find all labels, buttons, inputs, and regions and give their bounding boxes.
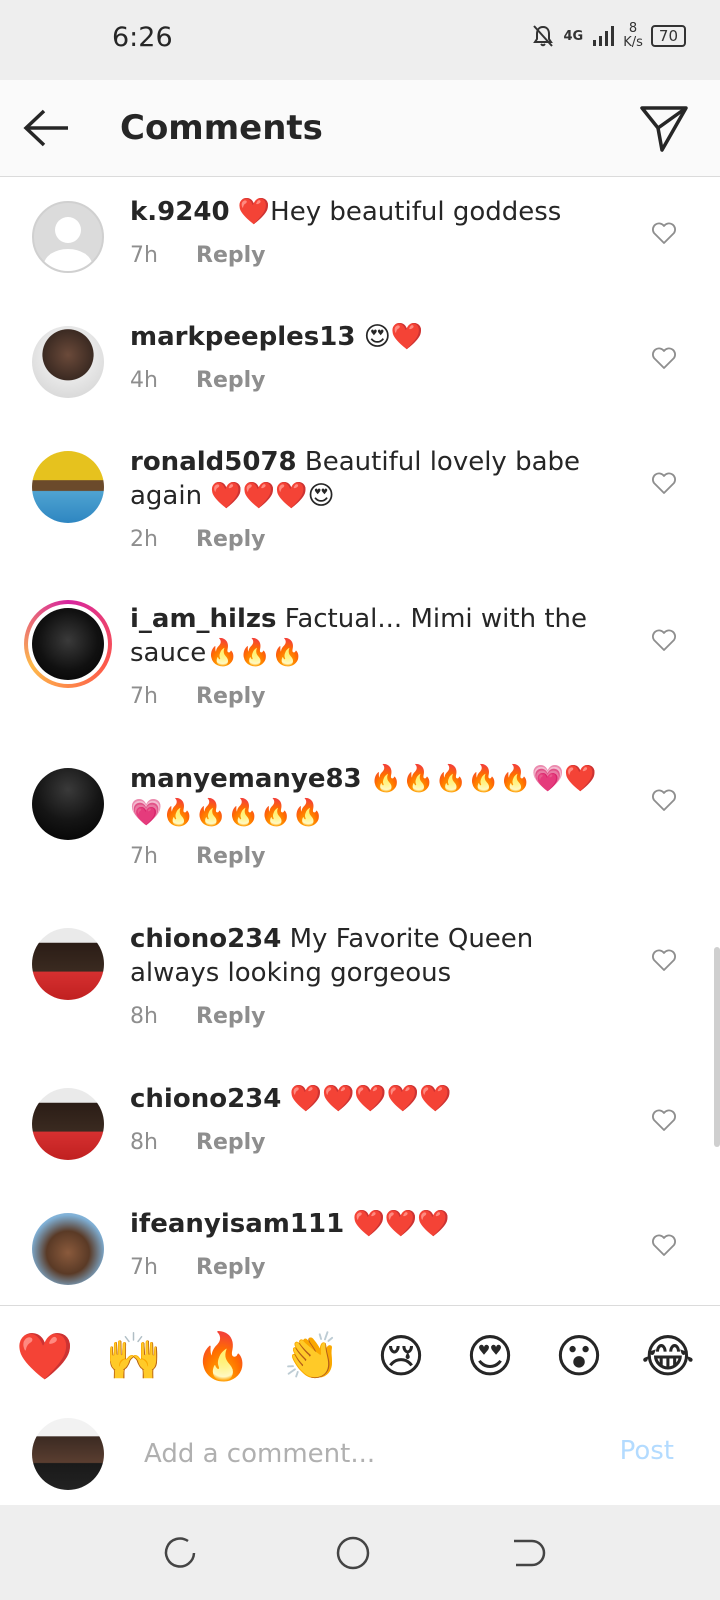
status-time: 6:26 xyxy=(112,22,173,53)
comment-username[interactable]: chiono234 xyxy=(130,1084,281,1114)
reply-button[interactable]: Reply xyxy=(196,368,266,393)
reaction-surprised[interactable]: 😮 xyxy=(549,1326,609,1386)
network-speed-unit: K/s xyxy=(623,35,643,50)
comment-body: manyemanye83 🔥🔥🔥🔥🔥💗❤️💗🔥🔥🔥🔥🔥 xyxy=(130,762,620,830)
comment-time: 7h xyxy=(130,1255,158,1280)
comment-username[interactable]: markpeeples13 xyxy=(130,322,355,352)
comment-username[interactable]: ronald5078 xyxy=(130,447,297,477)
comment-meta: 2h Reply xyxy=(130,527,266,552)
comment-text: 😍❤️ xyxy=(363,322,424,352)
avatar xyxy=(32,608,104,680)
avatar[interactable] xyxy=(32,1088,104,1160)
comment-username[interactable]: k.9240 xyxy=(130,197,230,227)
reply-button[interactable]: Reply xyxy=(196,527,266,552)
signal-icon xyxy=(593,26,615,46)
recent-apps-icon[interactable] xyxy=(160,1533,200,1573)
heart-icon[interactable] xyxy=(650,626,678,654)
avatar[interactable] xyxy=(32,326,104,398)
reply-button[interactable]: Reply xyxy=(196,1130,266,1155)
default-profile-icon xyxy=(44,217,92,271)
comment-time: 7h xyxy=(130,844,158,869)
comment-username[interactable]: manyemanye83 xyxy=(130,764,362,794)
reply-button[interactable]: Reply xyxy=(196,844,266,869)
scrollbar[interactable] xyxy=(714,947,720,1147)
comment-time: 8h xyxy=(130,1004,158,1029)
heart-icon[interactable] xyxy=(650,1231,678,1259)
reaction-clap[interactable]: 👏 xyxy=(282,1326,342,1386)
comment-time: 7h xyxy=(130,243,158,268)
comment-body: i_am_hilzs Factual... Mimi with the sauc… xyxy=(130,602,620,670)
default-avatar[interactable] xyxy=(32,201,104,273)
heart-icon[interactable] xyxy=(650,469,678,497)
story-ring-avatar[interactable] xyxy=(24,600,112,688)
system-nav-bar xyxy=(0,1505,720,1600)
reaction-crying[interactable]: 😢 xyxy=(371,1326,431,1386)
heart-icon[interactable] xyxy=(650,786,678,814)
reply-button[interactable]: Reply xyxy=(196,1255,266,1280)
current-user-avatar xyxy=(32,1418,104,1490)
heart-icon[interactable] xyxy=(650,344,678,372)
reaction-laughing[interactable]: 😂 xyxy=(638,1326,698,1386)
reaction-raised-hands[interactable]: 🙌 xyxy=(104,1326,164,1386)
comment-meta: 4h Reply xyxy=(130,368,266,393)
comment-time: 7h xyxy=(130,684,158,709)
battery-indicator: 70 xyxy=(650,25,686,47)
comment-composer: Post xyxy=(0,1404,720,1504)
quick-reactions-bar: ❤️ 🙌 🔥 👏 😢 😍 😮 😂 xyxy=(0,1305,720,1405)
comment-text: ❤️Hey beautiful goddess xyxy=(237,197,562,227)
heart-icon[interactable] xyxy=(650,219,678,247)
comment-time: 4h xyxy=(130,368,158,393)
network-speed: 8 K/s xyxy=(623,22,643,50)
post-button[interactable]: Post xyxy=(620,1436,674,1466)
status-bar: 6:26 4G 8 K/s 70 xyxy=(0,0,720,80)
comment-input[interactable] xyxy=(144,1434,574,1474)
comment-body: markpeeples13 😍❤️ xyxy=(130,320,620,354)
reply-button[interactable]: Reply xyxy=(196,1004,266,1029)
notifications-off-icon xyxy=(532,25,553,47)
reaction-fire[interactable]: 🔥 xyxy=(193,1326,253,1386)
comment-list[interactable]: k.9240 ❤️Hey beautiful goddess 7h Reply … xyxy=(0,177,720,1305)
reply-button[interactable]: Reply xyxy=(196,684,266,709)
heart-icon[interactable] xyxy=(650,946,678,974)
heart-icon[interactable] xyxy=(650,1106,678,1134)
comment-body: ifeanyisam111 ❤️❤️❤️ xyxy=(130,1207,620,1241)
comment-meta: 8h Reply xyxy=(130,1004,266,1029)
comment-time: 8h xyxy=(130,1130,158,1155)
avatar[interactable] xyxy=(32,768,104,840)
status-icons: 4G 8 K/s 70 xyxy=(530,22,686,50)
avatar[interactable] xyxy=(32,928,104,1000)
comment-username[interactable]: chiono234 xyxy=(130,924,281,954)
page-title: Comments xyxy=(120,108,323,148)
comment-meta: 8h Reply xyxy=(130,1130,266,1155)
network-speed-value: 8 xyxy=(628,21,638,36)
comment-body: chiono234 My Favorite Queen always looki… xyxy=(130,922,620,990)
comment-username[interactable]: i_am_hilzs xyxy=(130,604,277,634)
comment-body: k.9240 ❤️Hey beautiful goddess xyxy=(130,195,620,229)
avatar[interactable] xyxy=(32,451,104,523)
reaction-heart-eyes[interactable]: 😍 xyxy=(460,1326,520,1386)
comment-body: ronald5078 Beautiful lovely babe again ❤… xyxy=(130,445,620,513)
comment-username[interactable]: ifeanyisam111 xyxy=(130,1209,344,1239)
comment-body: chiono234 ❤️❤️❤️❤️❤️ xyxy=(130,1082,620,1116)
comment-meta: 7h Reply xyxy=(130,684,266,709)
comment-meta: 7h Reply xyxy=(130,243,266,268)
back-nav-icon[interactable] xyxy=(506,1533,546,1573)
comment-meta: 7h Reply xyxy=(130,844,266,869)
reply-button[interactable]: Reply xyxy=(196,243,266,268)
paper-plane-icon[interactable] xyxy=(638,102,690,154)
comment-time: 2h xyxy=(130,527,158,552)
comment-text: ❤️❤️❤️ xyxy=(352,1209,450,1239)
comments-header: Comments xyxy=(0,80,720,177)
network-type: 4G xyxy=(563,28,584,44)
comment-meta: 7h Reply xyxy=(130,1255,266,1280)
home-icon[interactable] xyxy=(333,1533,373,1573)
arrow-left-icon[interactable] xyxy=(22,108,72,148)
avatar[interactable] xyxy=(32,1213,104,1285)
comment-text: ❤️❤️❤️❤️❤️ xyxy=(289,1084,452,1114)
reaction-heart[interactable]: ❤️ xyxy=(15,1326,75,1386)
